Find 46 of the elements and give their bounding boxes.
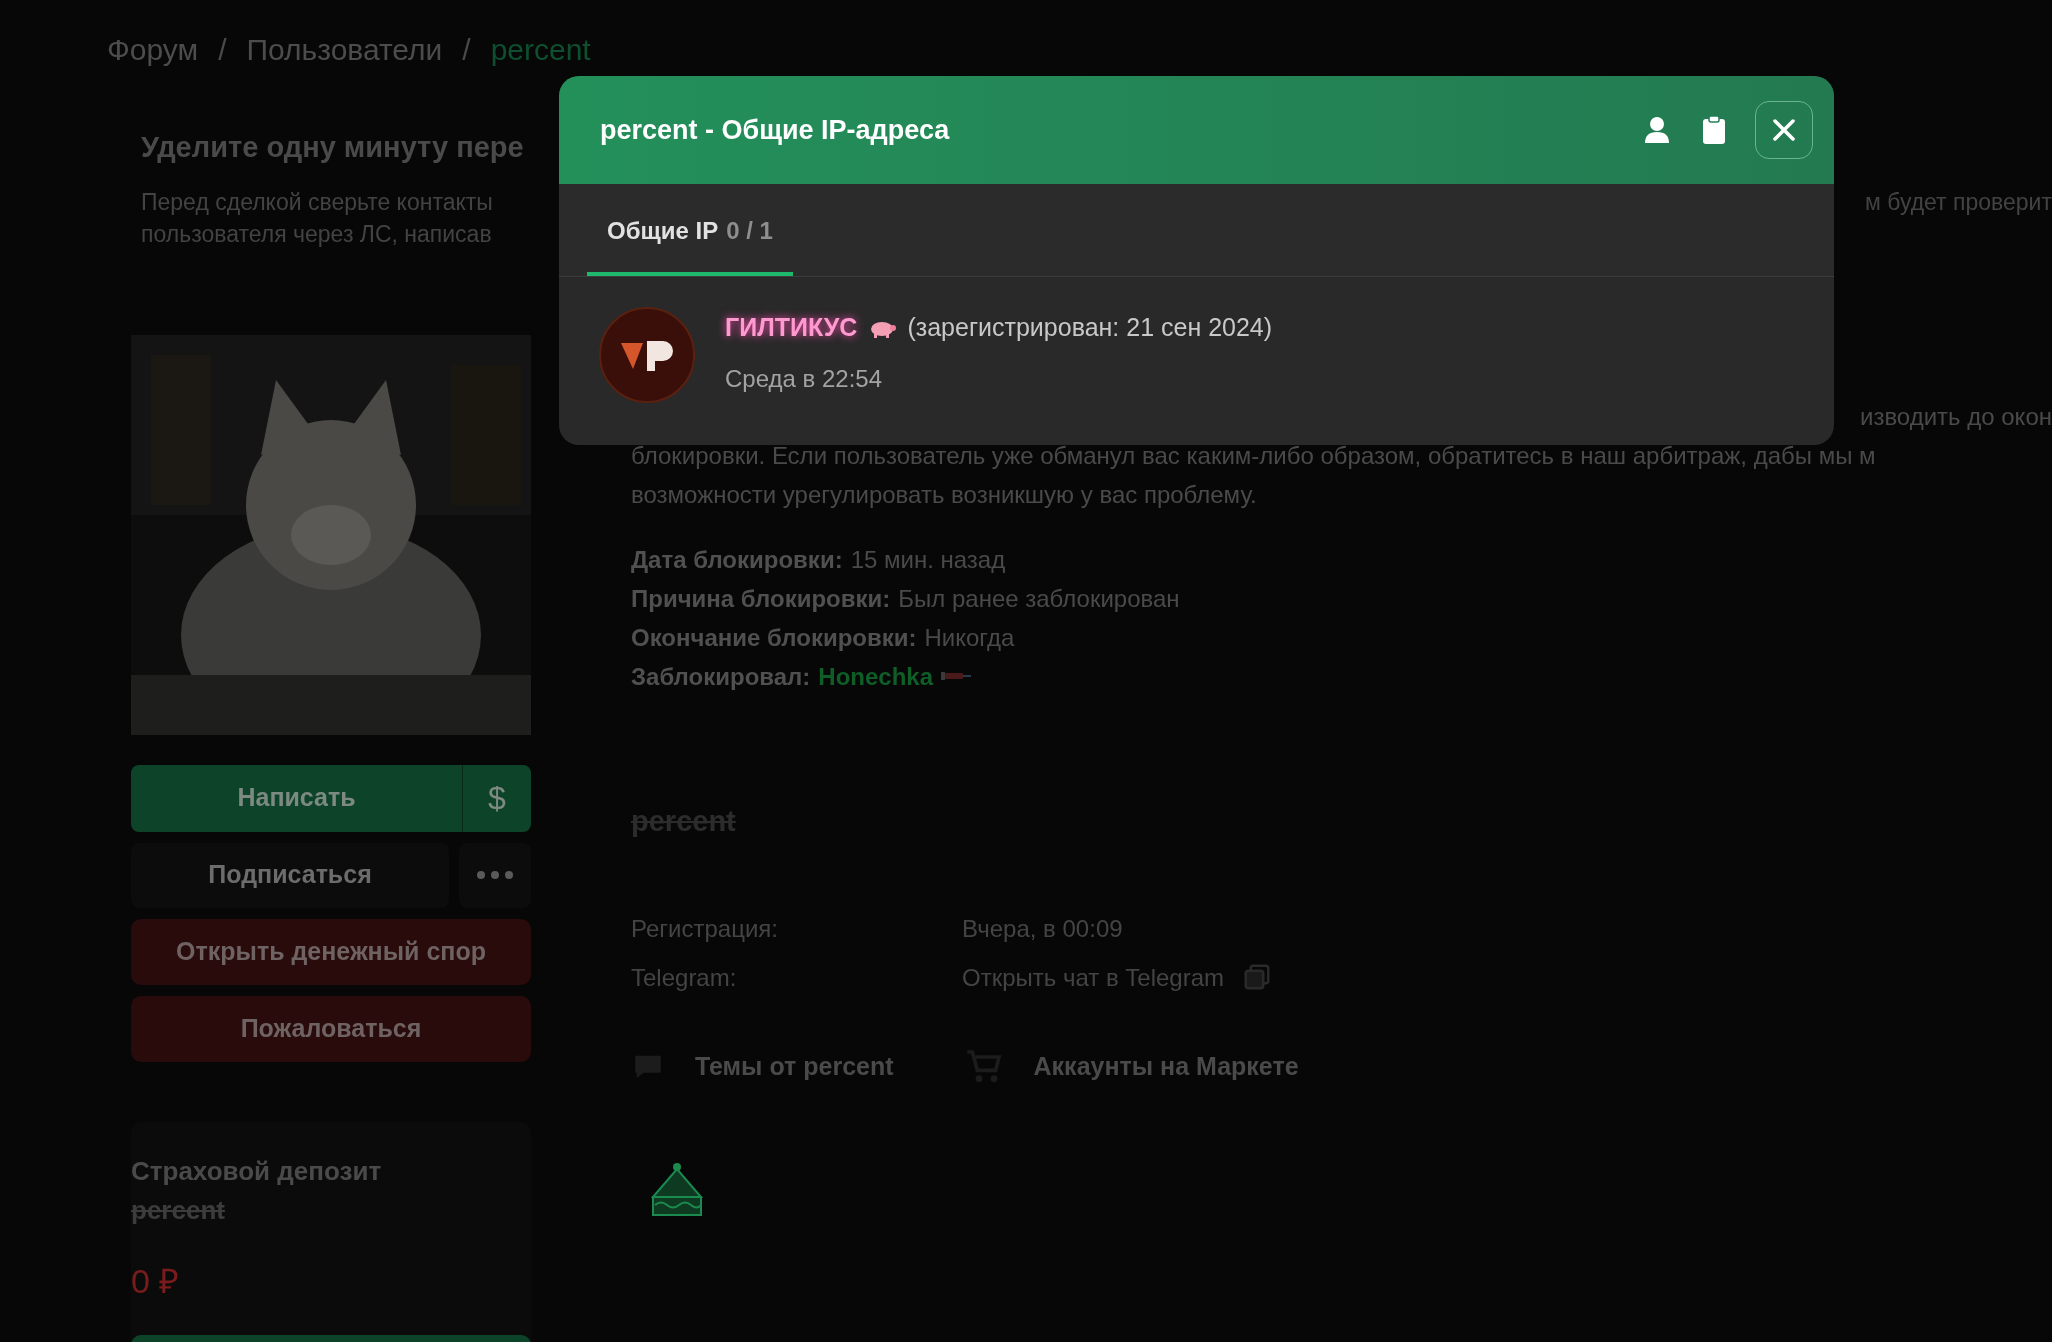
close-button[interactable] — [1755, 101, 1813, 159]
ban-detail-label: Причина блокировки: — [631, 583, 891, 614]
more-dots-icon — [476, 870, 514, 880]
telegram-link[interactable]: Открыть чат в Telegram — [962, 957, 1225, 997]
deposit-title: Страховой депозит — [131, 1154, 383, 1188]
ban-detail-label: Дата блокировки: — [631, 544, 843, 575]
shared-ip-tab[interactable]: Общие IP 0 / 1 — [587, 184, 793, 276]
notice-text: м будет проверит — [1865, 187, 2052, 217]
breadcrumb-separator: / — [462, 31, 471, 68]
ban-detail-label: Окончание блокировки: — [631, 622, 917, 653]
user-icon[interactable] — [1644, 116, 1670, 144]
notice-title: Уделите одну минуту пере — [141, 130, 524, 165]
copy-icon — [1242, 962, 1273, 992]
user-name[interactable]: ГИЛТИКУС — [725, 309, 858, 347]
ban-notice-text: изводить до окон — [1859, 401, 2052, 432]
info-value: Вчера, в 00:09 — [962, 913, 1123, 944]
moderator-link[interactable]: Honechka — [818, 656, 933, 696]
breadcrumb-separator: / — [218, 31, 227, 68]
profile-tab-link[interactable]: Аккаунты на Маркете — [963, 1046, 1299, 1087]
profile-tab-link[interactable]: Темы от percent — [631, 1047, 894, 1086]
info-label: Telegram: — [631, 962, 738, 993]
syringe-icon — [941, 669, 971, 683]
dollar-button[interactable]: $ — [462, 764, 531, 832]
breadcrumb-link[interactable]: Пользователи — [246, 26, 443, 72]
ban-notice-text: возможности урегулировать возникшую у вас проблему. — [631, 479, 1258, 510]
info-label: Регистрация: — [631, 913, 779, 944]
breadcrumb-link[interactable]: percent — [490, 26, 591, 72]
more-button[interactable] — [459, 842, 531, 908]
registration-date: (зарегистрирован: 21 сен 2024) — [907, 312, 1273, 343]
ban-detail-value: Был ранее заблокирован — [898, 583, 1180, 614]
subscribe-button[interactable]: Подписаться — [131, 842, 449, 908]
report-button[interactable]: Пожаловаться — [131, 995, 531, 1062]
write-message-button[interactable]: Написать — [131, 764, 462, 832]
ban-detail-label: Заблокировал: — [631, 661, 811, 692]
ban-notice-text: блокировки. Если пользователь уже обманул вас каким-либо образом, обратитесь в наш арбитраж, дабы мы м — [631, 440, 1877, 471]
notice-text: пользователя через ЛС, написав — [141, 219, 492, 249]
notice-text: Перед сделкой сверьте контакты — [141, 187, 493, 217]
ban-detail-value: Никогда — [924, 622, 1015, 653]
breadcrumb-link[interactable]: Форум — [107, 26, 199, 72]
open-dispute-button[interactable]: Открыть денежный спор — [131, 918, 531, 985]
ban-detail-value: 15 мин. назад — [850, 544, 1006, 575]
deposit-amount: 0 ₽ — [131, 1260, 181, 1302]
last-seen: Среда в 22:54 — [725, 363, 883, 394]
dialog-title: percent - Общие IP-адреса — [600, 113, 951, 147]
clipboard-icon[interactable] — [1703, 116, 1725, 144]
close-icon — [1773, 119, 1795, 141]
